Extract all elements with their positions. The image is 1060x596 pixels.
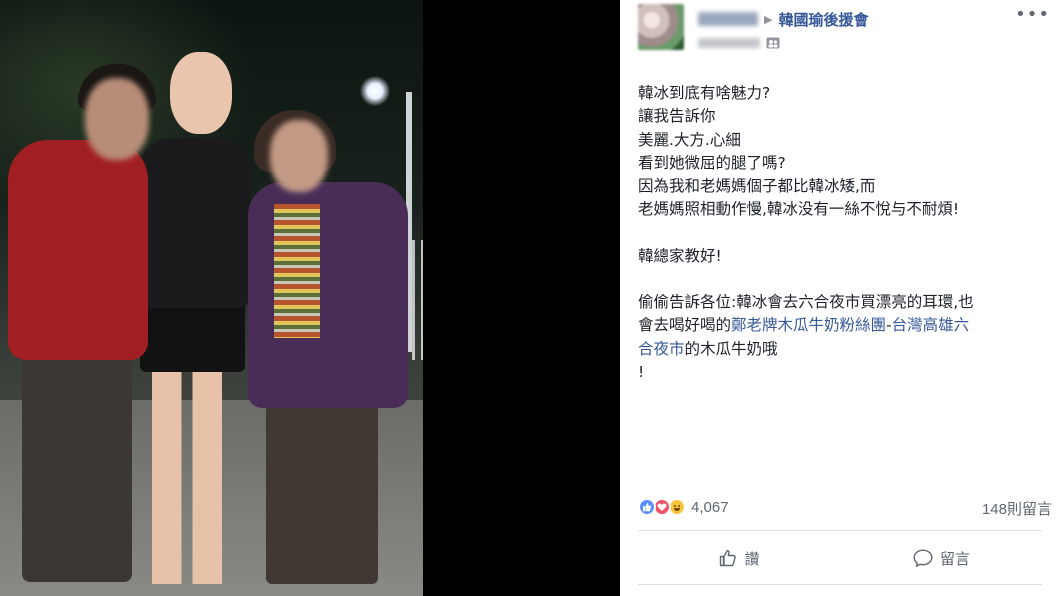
- body-line: 偷偷告訴各位:韓冰會去六合夜市買漂亮的耳環,也: [638, 293, 974, 312]
- like-button[interactable]: 讚: [638, 536, 840, 580]
- post-panel: ▶ 韓國瑜後援會 ••• 韓冰到底有啥魅力? 讓我告訴你 美麗.大方.心細 看到…: [620, 0, 1060, 596]
- divider: [638, 530, 1042, 531]
- group-audience-icon: [766, 37, 780, 49]
- body-text: 的木瓜牛奶哦: [684, 339, 778, 358]
- more-dots-icon[interactable]: •••: [1015, 6, 1050, 24]
- like-label: 讚: [744, 549, 760, 568]
- comment-label: 留言: [939, 549, 970, 568]
- like-reaction-icon: [638, 498, 656, 516]
- author-row: ▶ 韓國瑜後援會: [698, 8, 868, 30]
- location-link[interactable]: 台灣高雄六: [892, 316, 970, 334]
- body-line: 因為我和老媽媽個子都比韓冰矮,而: [638, 177, 876, 196]
- post-meta: [698, 34, 780, 52]
- thumbs-up-icon: [718, 548, 738, 568]
- post-header: ▶ 韓國瑜後援會 •••: [620, 0, 1060, 60]
- body-line: 讓我告訴你: [638, 107, 716, 126]
- photo-viewer: [0, 0, 620, 596]
- body-line: 老媽媽照相動作慢,韓冰没有一絲不悅与不耐煩!: [638, 200, 960, 219]
- comment-count[interactable]: 148則留言: [982, 498, 1052, 519]
- action-bar: 讚 留言: [638, 536, 1042, 580]
- reaction-count[interactable]: 4,067: [691, 499, 729, 516]
- comment-bubble-icon: [912, 548, 934, 568]
- avatar[interactable]: [638, 4, 684, 50]
- share-arrow-icon: ▶: [764, 12, 773, 26]
- body-line: 韓冰到底有啥魅力?: [638, 84, 771, 102]
- body-line: 美麗.大方.心細: [638, 130, 741, 149]
- location-link-cont[interactable]: 合夜市: [638, 340, 685, 358]
- body-line: 韓總家教好!: [638, 246, 722, 265]
- body-text: 會去喝好喝的: [638, 316, 732, 335]
- timestamp-blurred[interactable]: [698, 38, 760, 48]
- reactions-summary[interactable]: 4,067: [638, 496, 729, 518]
- fanpage-link[interactable]: 鄭老牌木瓜牛奶粉絲團: [731, 316, 886, 334]
- street-light: [360, 76, 390, 106]
- body-line: !: [638, 362, 645, 381]
- body-line: 看到她微屈的腿了嗎?: [638, 153, 786, 172]
- post-body: 韓冰到底有啥魅力? 讓我告訴你 美麗.大方.心細 看到她微屈的腿了嗎? 因為我和…: [638, 82, 1048, 384]
- post-photo[interactable]: [0, 0, 423, 596]
- author-name-blurred[interactable]: [698, 12, 758, 26]
- body-line: 合夜市的木瓜牛奶哦: [638, 338, 1048, 361]
- body-line: 會去喝好喝的鄭老牌木瓜牛奶粉絲團-台灣高雄六: [638, 314, 1048, 337]
- divider: [638, 584, 1042, 585]
- group-name-link[interactable]: 韓國瑜後援會: [778, 9, 868, 30]
- comment-button[interactable]: 留言: [840, 536, 1042, 580]
